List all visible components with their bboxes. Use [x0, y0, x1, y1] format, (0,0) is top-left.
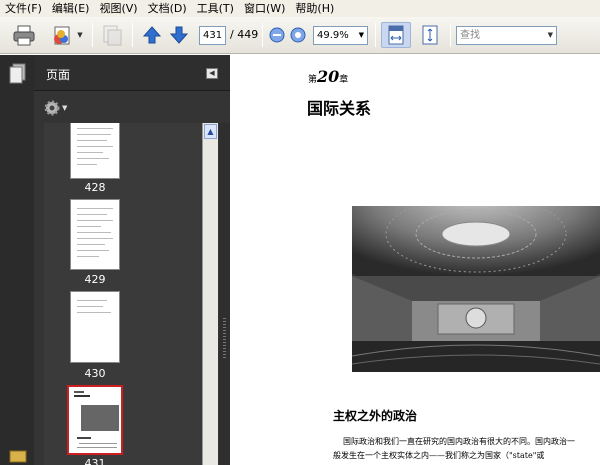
assembly-hall-image: [352, 206, 600, 372]
chapter-prefix: 第: [308, 75, 318, 85]
create-pdf-button[interactable]: [98, 22, 126, 48]
scroll-up-button[interactable]: ▲: [204, 124, 217, 139]
menu-window[interactable]: 窗口(W): [239, 0, 290, 17]
chevron-down-icon: ▼: [358, 31, 364, 39]
section-heading: 主权之外的政治: [333, 409, 418, 423]
chapter-label: 第20章: [308, 67, 348, 86]
fit-page-icon: [422, 25, 438, 45]
chapter-suffix: 章: [339, 75, 349, 85]
navigation-strip: [0, 55, 34, 465]
pages-icon[interactable]: [8, 63, 28, 85]
fit-width-button[interactable]: [381, 22, 411, 48]
menu-document[interactable]: 文档(D): [143, 0, 192, 17]
assembly-hall-photo: [352, 206, 600, 372]
page-thumbnail-label: 428: [84, 181, 106, 194]
search-input[interactable]: 查找 ▼: [456, 26, 557, 45]
chapter-title: 国际关系: [307, 99, 372, 118]
search-placeholder: 查找: [460, 30, 480, 41]
page-number-input[interactable]: 431: [199, 26, 226, 45]
menu-tools[interactable]: 工具(T): [192, 0, 239, 17]
page-thumbnail-label: 429: [84, 273, 106, 286]
previous-page-icon: [142, 26, 162, 44]
fit-width-icon: [388, 25, 404, 45]
toolbar-separator: [375, 23, 376, 47]
page-thumbnail-label: 431: [84, 457, 106, 465]
page-thumbnail-430[interactable]: [70, 291, 120, 363]
panel-header: 页面 ◀: [34, 55, 230, 91]
menu-view[interactable]: 视图(V): [94, 0, 142, 17]
zoom-level-select[interactable]: 49.9% ▼: [313, 26, 368, 45]
page-thumbnail-label: 430: [84, 367, 106, 380]
navigation-panel: 页面 ◀ ▼ 428 429 430 431 ▲: [0, 55, 230, 465]
total-pages-label: / 449: [230, 28, 259, 41]
panel-title: 页面: [46, 68, 71, 82]
panel-collapse-button[interactable]: ◀: [206, 68, 218, 79]
create-pdf-icon: [103, 25, 122, 46]
toolbar-separator: [132, 23, 133, 47]
chapter-number: 20: [317, 67, 340, 86]
toolbar-separator: [92, 23, 93, 47]
attachments-icon[interactable]: [8, 449, 28, 463]
chevron-down-icon[interactable]: ▼: [548, 27, 553, 44]
printer-icon: [13, 25, 35, 46]
next-page-icon: [169, 26, 189, 44]
menu-edit[interactable]: 编辑(E): [47, 0, 95, 17]
page-thumbnail-428[interactable]: [70, 123, 120, 179]
zoom-out-icon: [269, 27, 285, 43]
print-button[interactable]: [10, 22, 38, 48]
zoom-level-value: 49.9%: [317, 30, 349, 41]
gear-icon: [44, 100, 60, 116]
thumbnail-list: 428 429 430 431: [44, 123, 202, 465]
previous-page-button[interactable]: [140, 22, 164, 48]
email-button[interactable]: ▼: [44, 22, 88, 48]
email-icon: [54, 26, 70, 45]
chevron-down-icon: ▼: [62, 104, 68, 112]
panel-splitter[interactable]: [219, 123, 230, 465]
splitter-grip: [223, 318, 226, 358]
thumbnail-scrollbar[interactable]: ▲: [202, 123, 218, 465]
document-view[interactable]: 第20章 国际关系 主权之外的政治 国际政治和我们一直在研究的国内政治有很大的不…: [230, 55, 600, 465]
toolbar: ▼ 431 / 449 49.9% ▼ 查找 ▼: [0, 17, 600, 54]
zoom-out-button[interactable]: [268, 22, 286, 48]
next-page-button[interactable]: [167, 22, 191, 48]
email-dropdown-arrow[interactable]: ▼: [77, 31, 82, 39]
body-text-line: 国际政治和我们一直在研究的国内政治有很大的不同。国内政治一: [343, 437, 575, 446]
body-text-line: 般发生在一个主权实体之内——我们称之为国家（"state"或: [333, 451, 545, 460]
zoom-in-button[interactable]: [289, 22, 307, 48]
page-thumbnail-429[interactable]: [70, 199, 120, 270]
page-thumbnail-431-selected[interactable]: [67, 385, 123, 455]
zoom-in-icon: [290, 27, 306, 43]
menu-help[interactable]: 帮助(H): [290, 0, 339, 17]
menu-bar: 文件(F) 编辑(E) 视图(V) 文档(D) 工具(T) 窗口(W) 帮助(H…: [0, 0, 600, 17]
toolbar-separator: [262, 23, 263, 47]
fit-page-button[interactable]: [416, 22, 444, 48]
options-menu-button[interactable]: ▼: [44, 100, 67, 116]
toolbar-separator: [450, 23, 451, 47]
menu-file[interactable]: 文件(F): [0, 0, 47, 17]
